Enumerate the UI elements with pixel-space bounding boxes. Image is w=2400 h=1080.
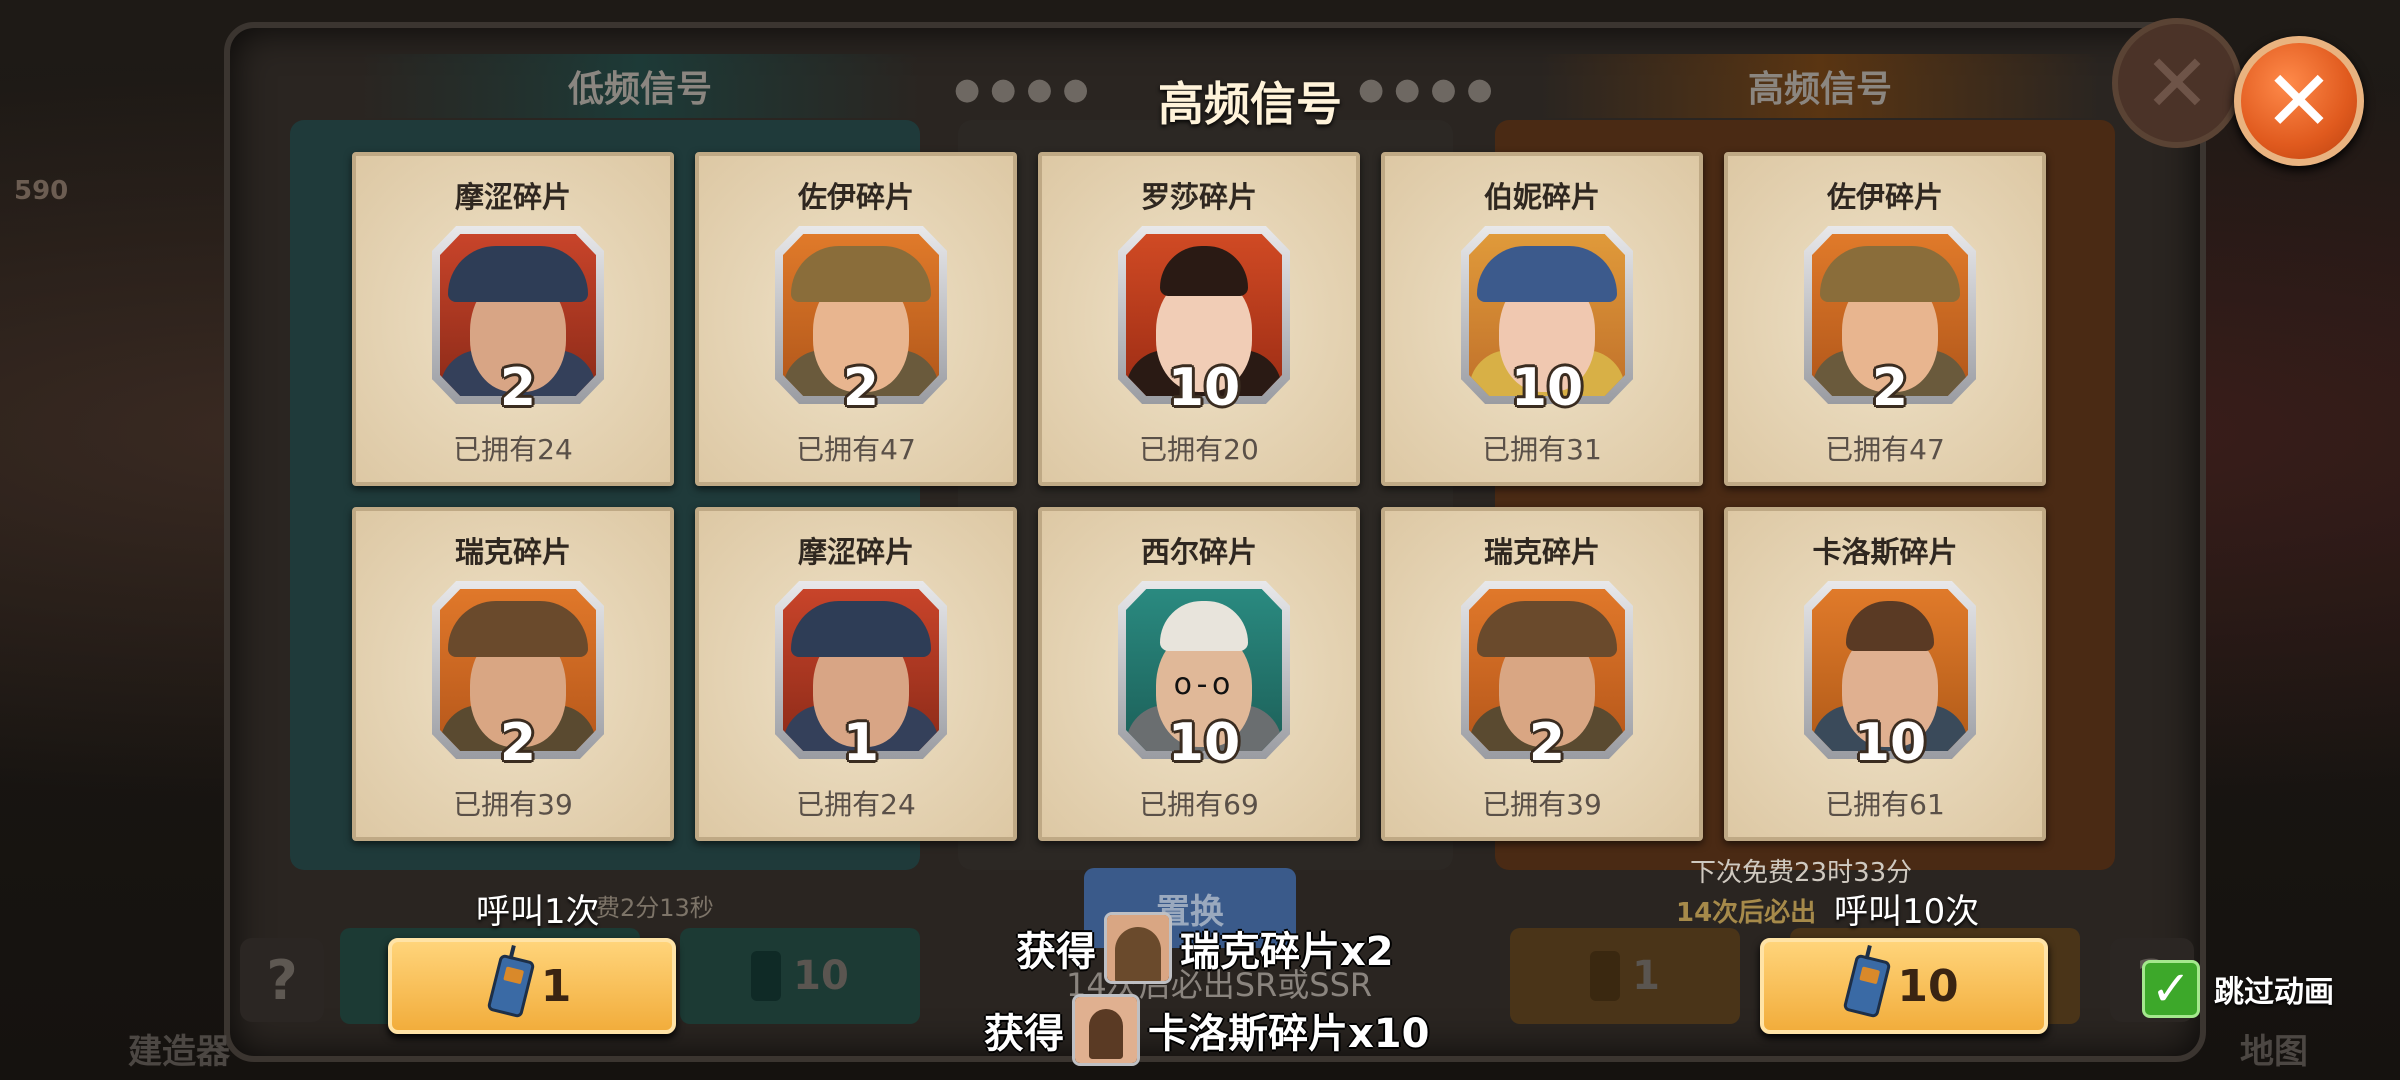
fragment-card[interactable]: 瑞克碎片 2 已拥有39 xyxy=(1381,507,1703,841)
fragment-count: 1 xyxy=(842,713,880,773)
fragment-name: 佐伊碎片 xyxy=(1826,180,1943,214)
owned-count: 已拥有47 xyxy=(796,433,916,466)
fragment-count: 10 xyxy=(1167,713,1241,773)
rick-portrait-art xyxy=(1107,915,1169,981)
side-bubble-count: 590 xyxy=(14,176,69,206)
mose-avatar: 1 xyxy=(775,581,947,773)
skip-animation-label: 跳过动画 xyxy=(2214,975,2334,1010)
tab-low-frequency[interactable]: 低频信号 xyxy=(360,54,920,118)
call-ten-label: 呼叫10次 xyxy=(1834,892,1980,932)
call-ten-button[interactable]: 10 xyxy=(1760,938,2048,1034)
title-dots-left: ●●●● xyxy=(954,72,1099,107)
fragment-count: 2 xyxy=(499,713,537,773)
carlos-avatar xyxy=(1072,994,1140,1066)
call-ten-cost: 10 xyxy=(1897,960,1959,1012)
fragment-name: 西尔碎片 xyxy=(1140,535,1257,569)
low-call-ten-ghost: 10 xyxy=(680,928,920,1024)
mose-avatar: 2 xyxy=(432,226,604,418)
radio-icon xyxy=(751,951,782,1001)
fragment-card[interactable]: 佐伊碎片 2 已拥有47 xyxy=(1724,152,2046,486)
radio-icon xyxy=(486,953,536,1019)
owned-count: 已拥有39 xyxy=(453,788,573,821)
fragment-count: 2 xyxy=(1871,358,1909,418)
bonnie-avatar: 10 xyxy=(1461,226,1633,418)
reward-toast: 获得 卡洛斯碎片x10 xyxy=(984,994,1429,1066)
pity-hint: 14次后必出 xyxy=(1676,898,1817,928)
fragment-card[interactable]: 瑞克碎片 2 已拥有39 xyxy=(352,507,674,841)
rick-avatar: 2 xyxy=(432,581,604,773)
rosa-avatar: 10 xyxy=(1118,226,1290,418)
fragment-name: 卡洛斯碎片 xyxy=(1812,535,1958,569)
fragment-name: 瑞克碎片 xyxy=(1483,535,1600,569)
rick-avatar: 2 xyxy=(1461,581,1633,773)
call-once-label: 呼叫1次 xyxy=(476,892,600,932)
owned-count: 已拥有24 xyxy=(796,788,916,821)
radio-icon xyxy=(1842,953,1892,1019)
fragment-card[interactable]: 摩涩碎片 2 已拥有24 xyxy=(352,152,674,486)
owned-count: 已拥有31 xyxy=(1482,433,1602,466)
fragment-name: 瑞克碎片 xyxy=(454,535,571,569)
map-label[interactable]: 地图 xyxy=(2240,1024,2308,1073)
reward-card-grid: 摩涩碎片 2 已拥有24 佐伊碎片 2 已拥有47 罗莎碎片 10 已拥有20 伯妮碎片 10 已拥有… xyxy=(352,152,2052,842)
fragment-count: 2 xyxy=(499,358,537,418)
owned-count: 已拥有39 xyxy=(1482,788,1602,821)
free-timer-left: 费2分13秒 xyxy=(596,894,714,922)
fragment-name: 摩涩碎片 xyxy=(797,535,914,569)
owned-count: 已拥有20 xyxy=(1139,433,1259,466)
fragment-count: 10 xyxy=(1853,713,1927,773)
cyr-avatar: o-o 10 xyxy=(1118,581,1290,773)
call-once-cost: 1 xyxy=(540,960,572,1012)
zoe-avatar: 2 xyxy=(1804,226,1976,418)
radio-icon xyxy=(1590,951,1621,1001)
help-icon: ? xyxy=(266,948,298,1012)
fragment-name: 罗莎碎片 xyxy=(1140,180,1257,214)
carlos-portrait-art xyxy=(1075,997,1137,1063)
owned-count: 已拥有69 xyxy=(1139,788,1259,821)
fragment-card[interactable]: 伯妮碎片 10 已拥有31 xyxy=(1381,152,1703,486)
fragment-card[interactable]: 佐伊碎片 2 已拥有47 xyxy=(695,152,1017,486)
fragment-card[interactable]: 卡洛斯碎片 10 已拥有61 xyxy=(1724,507,2046,841)
owned-count: 已拥有24 xyxy=(453,433,573,466)
close-icon: ✕ xyxy=(2263,52,2335,150)
carlos-avatar: 10 xyxy=(1804,581,1976,773)
fragment-count: 10 xyxy=(1167,358,1241,418)
page-title: 高频信号 xyxy=(1158,77,1342,131)
fragment-card[interactable]: 罗莎碎片 10 已拥有20 xyxy=(1038,152,1360,486)
reward-text: 卡洛斯碎片x10 xyxy=(1148,1011,1430,1057)
owned-count: 已拥有61 xyxy=(1825,788,1945,821)
fragment-name: 佐伊碎片 xyxy=(797,180,914,214)
fragment-name: 摩涩碎片 xyxy=(454,180,571,214)
fragment-card[interactable]: 西尔碎片 o-o 10 已拥有69 xyxy=(1038,507,1360,841)
fragment-card[interactable]: 摩涩碎片 1 已拥有24 xyxy=(695,507,1017,841)
reward-text: 瑞克碎片x2 xyxy=(1180,929,1394,975)
reward-toast: 获得 瑞克碎片x2 xyxy=(1016,912,1394,984)
call-once-button[interactable]: 1 xyxy=(388,938,676,1034)
fragment-count: 2 xyxy=(1528,713,1566,773)
skip-animation-toggle[interactable]: ✓ 跳过动画 xyxy=(2142,960,2334,1018)
zoe-avatar: 2 xyxy=(775,226,947,418)
close-button[interactable]: ✕ xyxy=(2234,36,2364,166)
reward-prefix: 获得 xyxy=(1016,929,1096,975)
high-call-once-ghost: 1 xyxy=(1510,928,1740,1024)
rick-avatar xyxy=(1104,912,1172,984)
close-icon-ghost: ✕ xyxy=(2112,18,2242,148)
builder-label[interactable]: 建造器 xyxy=(128,1024,230,1073)
fragment-name: 伯妮碎片 xyxy=(1483,180,1600,214)
owned-count: 已拥有47 xyxy=(1825,433,1945,466)
check-icon[interactable]: ✓ xyxy=(2142,960,2200,1018)
fragment-count: 10 xyxy=(1510,358,1584,418)
help-button-left[interactable]: ? xyxy=(240,938,324,1022)
fragment-count: 2 xyxy=(842,358,880,418)
tab-high-frequency[interactable]: 高频信号 xyxy=(1540,54,2100,118)
reward-prefix: 获得 xyxy=(984,1011,1064,1057)
